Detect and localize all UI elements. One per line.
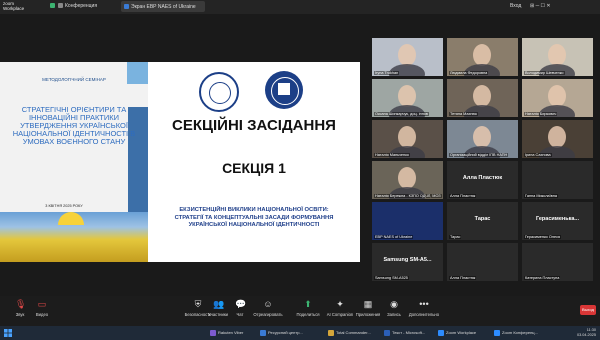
participant-tile[interactable]: Ганна Миколаївна xyxy=(522,161,593,199)
screen-share-label: Экран ЕВР NAES of Ukraine xyxy=(131,4,196,10)
video-camera-icon: ▭ xyxy=(37,299,47,309)
zoom-title-bar: zoom Workplace Конференция Экран ЕВР NAE… xyxy=(0,0,600,14)
react-icon: ☺ xyxy=(263,299,273,309)
participant-display-name: Samsung SM-A5... xyxy=(383,257,432,263)
leave-meeting-button[interactable]: Выход xyxy=(580,305,596,315)
more-button[interactable]: ••• Дополнительно xyxy=(404,299,444,317)
participant-name-label: Ірина Сахнова xyxy=(524,153,552,157)
participant-tile[interactable]: Samsung SM-A5... Samsung SM-A525 xyxy=(372,243,443,281)
taskbar-item-zoom-workplace[interactable]: Zoom Workplace xyxy=(438,328,476,338)
participant-name-label: Тетяна Махнюк xyxy=(449,112,478,116)
ai-companion-icon: ✦ xyxy=(336,299,344,309)
taskbar-item-total-commander[interactable]: Total Commander... xyxy=(328,328,371,338)
taskbar-item-zoom-meeting[interactable]: Zoom Конференц... xyxy=(494,328,538,338)
participant-name-label: Ганна Миколаївна xyxy=(524,194,558,198)
institute-emblem-logo xyxy=(199,72,239,112)
participant-face-image xyxy=(398,85,416,107)
participant-tile[interactable]: Наталія Бережна - КЗПО ОДЧЛ, МОЗ xyxy=(372,161,443,199)
participant-tile[interactable]: Наталія Биркович xyxy=(522,79,593,117)
participant-name-label: Катерина Пластуна xyxy=(524,276,561,280)
participant-face-image xyxy=(548,44,566,66)
participant-name-label: Оксана Шинкарчук, доц. іннов xyxy=(374,112,429,116)
participant-name-label: Тарас xyxy=(449,235,462,239)
participant-tile[interactable]: Герасименька... Герасименко Олеся xyxy=(522,202,593,240)
zoom-icon xyxy=(438,329,444,336)
word-icon xyxy=(384,329,390,336)
section-subtitle: ЕКЗИСТЕНЦІЙНІ ВИКЛИКИ НАЦІОНАЛЬНОЇ ОСВІТ… xyxy=(174,207,334,228)
participant-name-label: Iryna Trukhan xyxy=(374,71,400,75)
participant-tile[interactable]: Алла Пластюк xyxy=(447,243,518,281)
participant-face-image xyxy=(473,126,491,148)
sections-heading: СЕКЦІЙНІ ЗАСІДАННЯ xyxy=(172,117,336,134)
system-clock[interactable]: 11:30 03.04.2025 xyxy=(577,328,596,338)
total-commander-icon xyxy=(328,329,334,336)
participant-display-name: Алла Пластюк xyxy=(462,175,503,181)
participant-tile[interactable]: Ірина Сахнова xyxy=(522,120,593,158)
security-shield-icon[interactable] xyxy=(50,3,57,9)
participant-face-image xyxy=(548,126,566,148)
react-button[interactable]: ☺ Отреагировать xyxy=(248,299,288,317)
participant-tile[interactable]: Алла Пластюк Алла Пластюк xyxy=(447,161,518,199)
zoom-logo: zoom Workplace xyxy=(3,1,25,11)
participant-name-label: Алла Пластюк xyxy=(449,276,477,280)
windows-taskbar: Rakuten Viber Ресурсний центр... Total C… xyxy=(0,326,600,340)
window-controls[interactable]: ⊞ ─ ☐ ✕ xyxy=(530,3,551,9)
slide-main-title: СТРАТЕГІЧНІ ОРІЄНТИРИ ТА ІННОВАЦІЙНІ ПРА… xyxy=(12,105,136,146)
taskbar-item-resource-center[interactable]: Ресурсний центр... xyxy=(260,328,303,338)
participant-tile[interactable]: Тарас Тарас xyxy=(447,202,518,240)
participant-name-label: Наталія Биркович xyxy=(524,112,558,116)
chat-icon: 💬 xyxy=(235,299,247,309)
participant-face-image xyxy=(473,44,491,66)
screen-share-icon xyxy=(124,4,129,10)
windows-start-icon[interactable] xyxy=(4,329,12,337)
shared-presentation-slide: МЕТОДОЛОГІЧНИЙ СЕМІНАР СТРАТЕГІЧНІ ОРІЄН… xyxy=(0,62,360,262)
exit-label[interactable]: Вход xyxy=(510,3,521,9)
participant-tile[interactable]: ЕВР NAES of Ukraine xyxy=(372,202,443,240)
participant-tile[interactable]: Володимир Шевченко xyxy=(522,38,593,76)
taskbar-item-viber[interactable]: Rakuten Viber xyxy=(210,328,243,338)
participant-name-label: ЕВР NAES of Ukraine xyxy=(374,235,414,239)
participant-face-image xyxy=(548,85,566,107)
apps-icon: ▦ xyxy=(363,299,373,309)
participant-name-label: Samsung SM-A525 xyxy=(374,276,409,280)
participant-tile[interactable]: Катерина Пластуна xyxy=(522,243,593,281)
meeting-toolbar: 🎙 Звук ▭ Видео ⛨ Безопасность 👥 Участники 💬 Ч… xyxy=(0,296,600,326)
naes-emblem-logo xyxy=(265,71,303,109)
participant-display-name: Герасименька... xyxy=(536,216,579,222)
participant-name-label: Наталія Бережна - КЗПО ОДЧЛ, МОЗ xyxy=(374,194,442,198)
taskbar-item-word[interactable]: Текст - Microsoft... xyxy=(384,328,425,338)
participant-name-label: Алла Пластюк xyxy=(449,194,477,198)
participant-tile[interactable]: Організаційний відділ ІПВ НАПН xyxy=(447,120,518,158)
screen-share-banner[interactable]: Экран ЕВР NAES of Ukraine xyxy=(121,1,205,12)
participant-display-name: Тарас xyxy=(474,216,491,222)
slide-date: 3 КВІТНЯ 2025 РОКУ xyxy=(45,204,83,208)
participant-name-label: Наталія Маньченко xyxy=(374,153,410,157)
record-icon: ◉ xyxy=(390,299,398,309)
share-icon: ⬆ xyxy=(304,299,312,309)
participant-face-image xyxy=(398,167,416,189)
more-icon: ••• xyxy=(419,299,429,309)
participant-name-label: Організаційний відділ ІПВ НАПН xyxy=(449,153,509,157)
participant-tile[interactable]: Наталія Маньченко xyxy=(372,120,443,158)
browser-icon xyxy=(260,329,266,336)
participant-name-label: Людмила Федоровна xyxy=(449,71,489,75)
participant-name-label: Володимир Шевченко xyxy=(524,71,565,75)
participant-face-image xyxy=(473,85,491,107)
meeting-info-button[interactable]: Конференция xyxy=(58,3,97,9)
participant-name-label: Герасименко Олеся xyxy=(524,235,562,239)
zoom-icon xyxy=(494,329,500,336)
video-button[interactable]: ▭ Видео xyxy=(22,299,62,317)
slide-seminar-label: МЕТОДОЛОГІЧНИЙ СЕМІНАР xyxy=(42,77,106,82)
participant-face-image xyxy=(398,126,416,148)
viber-icon xyxy=(210,329,216,336)
participant-tile[interactable]: Iryna Trukhan xyxy=(372,38,443,76)
participant-tile[interactable]: Тетяна Махнюк xyxy=(447,79,518,117)
participant-face-image xyxy=(398,44,416,66)
section-number: СЕКЦІЯ 1 xyxy=(222,160,286,176)
participant-tile[interactable]: Людмила Федоровна xyxy=(447,38,518,76)
participant-tile[interactable]: Оксана Шинкарчук, доц. іннов xyxy=(372,79,443,117)
